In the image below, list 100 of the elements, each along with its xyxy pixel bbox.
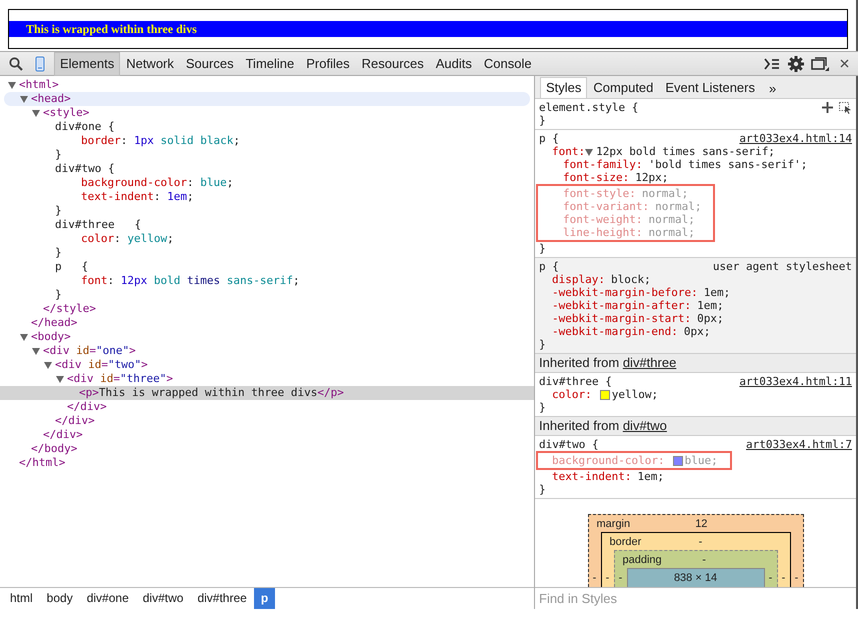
box-value: 12 (694, 518, 708, 530)
css-property[interactable]: -webkit-margin-after: (552, 299, 692, 312)
code-line: div#two { (55, 162, 115, 176)
tree-row-highlight[interactable]: <head> (4, 92, 530, 106)
css-value[interactable]: 1em; (697, 299, 724, 312)
color-swatch[interactable] (600, 390, 610, 400)
closing-brace: } (539, 242, 546, 255)
inherited-label: Inherited from (539, 355, 620, 370)
code-line: border: 1px solid black; (81, 134, 240, 148)
box-value: - (604, 571, 610, 586)
inherited-link[interactable]: div#two (622, 418, 667, 433)
code-line: </head> (31, 316, 78, 330)
code-line: <style> (43, 106, 90, 120)
more-tabs-button[interactable]: » (761, 80, 784, 98)
panel-tab[interactable]: Sources (180, 52, 240, 76)
tree-row-highlight[interactable]: <p>This is wrapped within three divs</p> (0, 386, 534, 400)
sidebar-tab[interactable]: Styles (540, 77, 588, 98)
css-property[interactable]: text-indent: (552, 470, 632, 483)
code-line: </div> (43, 428, 83, 442)
code-line: <div id="one"> (43, 344, 136, 358)
add-icon[interactable] (822, 102, 833, 113)
source-label: user agent stylesheet (712, 260, 852, 273)
css-value[interactable]: 0px; (684, 325, 710, 338)
css-selector[interactable]: element.style { (539, 101, 638, 114)
css-property[interactable]: font-size: (563, 171, 630, 184)
box-value: - (592, 571, 598, 586)
css-value[interactable]: 1em; (704, 286, 730, 299)
code-line: </div> (55, 414, 95, 428)
expand-triangle-icon[interactable] (56, 375, 64, 383)
expand-triangle-icon[interactable] (32, 347, 40, 355)
box-value: - (768, 571, 774, 586)
css-selector[interactable]: p { (539, 132, 559, 145)
code-line: <html> (19, 78, 59, 92)
code-line: } (55, 148, 62, 162)
expand-triangle-icon[interactable] (20, 333, 28, 341)
expand-triangle-icon[interactable] (20, 95, 28, 103)
panel-tab[interactable]: Audits (430, 52, 478, 76)
sidebar-tab[interactable]: Event Listeners (659, 77, 761, 98)
expand-triangle-icon[interactable] (32, 109, 40, 117)
panel-tab[interactable]: Console (478, 52, 538, 76)
code-line: <body> (31, 330, 71, 344)
source-link[interactable]: art033ex4.html:11 (739, 375, 852, 388)
inherited-link[interactable]: div#three (622, 355, 676, 370)
css-value[interactable]: 0px; (697, 312, 724, 325)
code-line: <head> (31, 92, 71, 106)
css-property[interactable]: -webkit-margin-end: (552, 325, 678, 338)
code-line: <div id="two"> (55, 358, 148, 372)
sidebar-tab[interactable]: Computed (587, 77, 660, 98)
css-selector[interactable]: p { (539, 260, 559, 273)
panel-tab[interactable]: Profiles (300, 52, 356, 76)
source-link[interactable]: art033ex4.html:14 (739, 132, 852, 145)
breadcrumb[interactable]: p (254, 588, 276, 609)
box-value: - (780, 571, 786, 586)
css-property[interactable]: color: (552, 388, 592, 401)
code-line: div#one { (55, 120, 115, 134)
panel-tab[interactable]: Resources (356, 52, 430, 76)
css-selector[interactable]: div#two { (539, 438, 599, 451)
code-line: } (55, 204, 62, 218)
breadcrumb[interactable]: div#two (136, 588, 190, 609)
breadcrumb[interactable]: html (3, 588, 40, 609)
expand-triangle-icon[interactable] (8, 81, 16, 89)
css-property[interactable]: font: (552, 145, 586, 158)
code-line: </body> (31, 442, 78, 456)
expand-triangle-icon[interactable] (585, 148, 594, 156)
code-line: </div> (67, 400, 107, 414)
box-value: - (618, 571, 624, 586)
css-property[interactable]: font-family: (563, 158, 642, 171)
css-value[interactable]: block; (610, 273, 651, 286)
code-line: p { (55, 260, 88, 274)
breadcrumb[interactable]: body (40, 588, 80, 609)
source-link[interactable]: art033ex4.html:7 (746, 438, 852, 451)
panel-tab[interactable]: Network (120, 52, 180, 76)
code-line: } (55, 246, 62, 260)
css-property[interactable]: display: (552, 273, 605, 286)
panel-tab[interactable]: Elements (54, 52, 120, 76)
css-value[interactable]: yellow; (612, 388, 658, 401)
breadcrumb[interactable]: div#one (80, 588, 136, 609)
css-value[interactable]: 12px bold times sans-serif; (596, 145, 775, 158)
closing-brace: } (539, 338, 546, 351)
code-line: background-color: blue; (81, 176, 234, 190)
css-value[interactable]: 12px; (635, 171, 668, 184)
code-line: </html> (19, 456, 66, 470)
breadcrumb[interactable]: div#three (190, 588, 254, 609)
settings-icon[interactable] (786, 54, 806, 74)
inherited-label: Inherited from (539, 418, 620, 433)
css-value[interactable]: 1em; (637, 470, 664, 483)
box-label: margin (596, 518, 630, 530)
css-selector[interactable]: div#three { (539, 375, 612, 388)
panel-tab[interactable]: Timeline (240, 52, 300, 76)
pointer-icon[interactable] (839, 102, 852, 114)
expand-triangle-icon[interactable] (44, 361, 52, 369)
box-value: - (701, 554, 707, 566)
css-property[interactable]: -webkit-margin-start: (552, 312, 692, 325)
box-label: border (610, 536, 642, 548)
code-line: <div id="three"> (67, 372, 173, 386)
css-value[interactable]: 'bold times sans-serif'; (648, 158, 808, 171)
css-property[interactable]: -webkit-margin-before: (552, 286, 698, 299)
code-line: div#three { (55, 218, 142, 232)
code-line: text-indent: 1em; (81, 190, 194, 204)
closing-brace: } (539, 401, 546, 414)
